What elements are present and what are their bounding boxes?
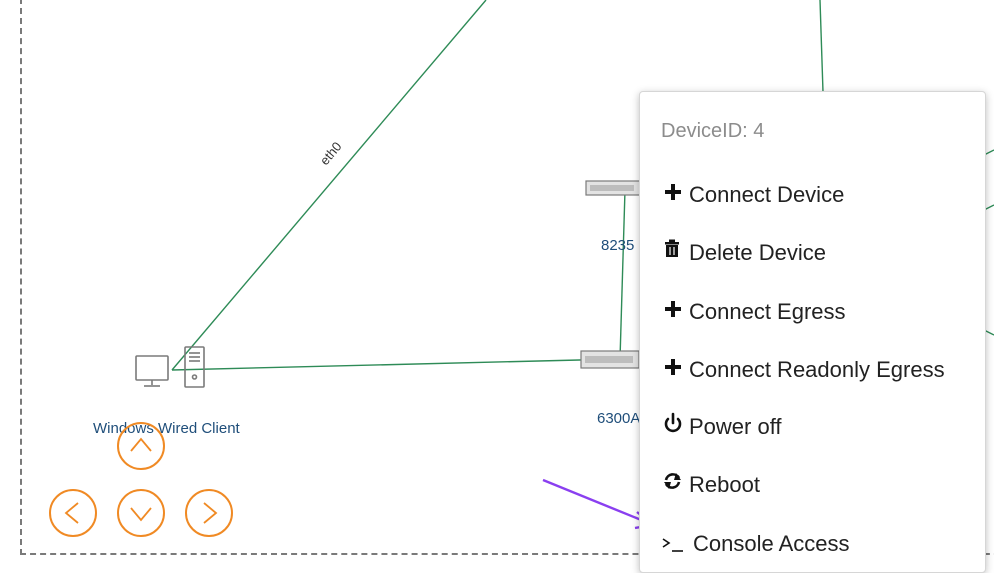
switch-icon-bottom[interactable] — [580, 350, 640, 369]
menu-item-label: Connect Device — [689, 182, 845, 207]
power-icon — [661, 410, 685, 440]
menu-item-connect-readonly-egress[interactable]: Connect Readonly Egress — [661, 349, 945, 383]
pan-up-button[interactable] — [117, 422, 165, 470]
menu-item-power-off[interactable]: Power off — [661, 406, 782, 440]
link-client-switch — [171, 358, 621, 371]
menu-item-label: Reboot — [689, 472, 760, 497]
trash-icon — [661, 236, 685, 266]
chevron-down-icon — [130, 507, 152, 522]
switch-top-label: 8235 — [601, 237, 635, 254]
menu-title: DeviceID: 4 — [661, 120, 765, 142]
plus-icon — [661, 178, 685, 208]
menu-item-label: Delete Device — [689, 240, 826, 265]
link-client-top — [171, 0, 487, 371]
client-label: Windows Wired Client — [93, 420, 240, 437]
menu-item-label: Power off — [689, 414, 782, 439]
menu-item-label: Connect Readonly Egress — [689, 357, 945, 382]
pan-left-button[interactable] — [49, 489, 97, 537]
menu-item-connect-egress[interactable]: Connect Egress — [661, 291, 846, 325]
terminal-icon — [661, 527, 689, 557]
chevron-right-icon — [203, 502, 218, 524]
pan-down-button[interactable] — [117, 489, 165, 537]
menu-item-console-access[interactable]: Console Access — [661, 523, 850, 557]
link-top-right — [819, 0, 824, 93]
windows-client-icon[interactable] — [135, 346, 205, 388]
chevron-up-icon — [130, 437, 152, 452]
plus-icon — [661, 295, 685, 325]
chevron-left-icon — [64, 502, 79, 524]
menu-item-reboot[interactable]: Reboot — [661, 464, 760, 498]
pan-right-button[interactable] — [185, 489, 233, 537]
plus-icon — [661, 353, 685, 383]
link-switch-switch — [619, 189, 626, 360]
link-label-eth0: eth0 — [317, 139, 345, 168]
switch-bottom-label: 6300A — [597, 410, 641, 427]
menu-item-label: Connect Egress — [689, 299, 846, 324]
menu-item-connect-device[interactable]: Connect Device — [661, 174, 844, 208]
menu-item-delete-device[interactable]: Delete Device — [661, 232, 826, 266]
refresh-icon — [661, 468, 685, 498]
device-context-menu: DeviceID: 4 Connect Device Delete Device… — [639, 91, 986, 573]
annotation-arrow — [542, 478, 656, 530]
switch-icon-top[interactable] — [585, 180, 641, 196]
menu-item-label: Console Access — [693, 531, 850, 556]
